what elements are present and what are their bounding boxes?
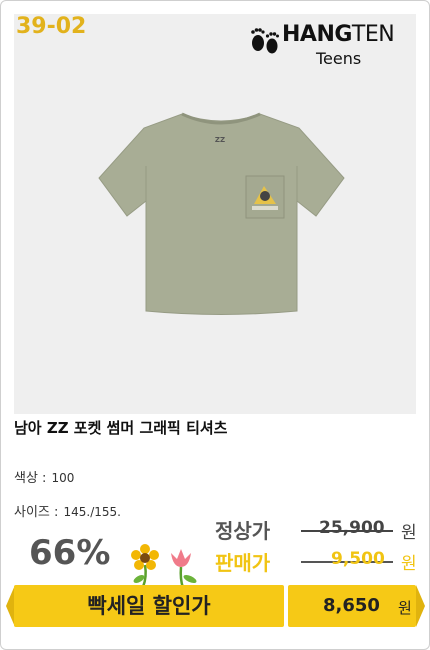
brand-name-a: HANG [282, 22, 352, 47]
product-code: 39-02 [16, 14, 87, 39]
color-label: 색상 : [14, 471, 47, 486]
sale-price: 9,500 [331, 549, 385, 569]
brand-sub: Teens [316, 49, 362, 68]
brand-name: HANGTEN [282, 22, 395, 47]
color-value: 100 [51, 471, 75, 485]
bar-right-notch [416, 585, 425, 627]
tshirt-image: ZZ [98, 112, 345, 315]
product-title[interactable]: 남아 ZZ 포켓 썸머 그래픽 티셔츠 [14, 417, 227, 438]
svg-text:ZZ: ZZ [215, 136, 225, 144]
regular-price-label: 정상가 [215, 519, 271, 543]
sale-price-label: 판매가 [215, 551, 271, 575]
final-price-won: 원 [398, 599, 412, 617]
product-card[interactable]: 39-02 HANGTEN Teens ZZ 남아 ZZ 포켓 썸머 그래픽 티… [0, 0, 430, 650]
product-image[interactable]: 39-02 HANGTEN Teens ZZ [14, 14, 416, 414]
discount-rate: 66% [29, 533, 111, 573]
final-price: 8,650 [323, 595, 380, 616]
brand-name-b: TEN [351, 22, 395, 47]
regular-price-won: 원 [401, 523, 417, 543]
regular-price: 25,900 [319, 518, 385, 538]
color-option: 색상 : 100 [14, 467, 74, 486]
footprints-icon [251, 28, 279, 54]
flash-sale-banner[interactable]: 빡세일 할인가 [14, 585, 284, 627]
brand-logo: HANGTEN Teens [246, 20, 416, 72]
sale-price-won: 원 [401, 554, 417, 574]
size-label: 사이즈 : [14, 505, 59, 520]
flash-sale-label: 빡세일 할인가 [87, 594, 211, 618]
flower-icon [131, 544, 197, 589]
size-value: 145./155. [63, 505, 121, 519]
size-option: 사이즈 : 145./155. [14, 501, 121, 520]
